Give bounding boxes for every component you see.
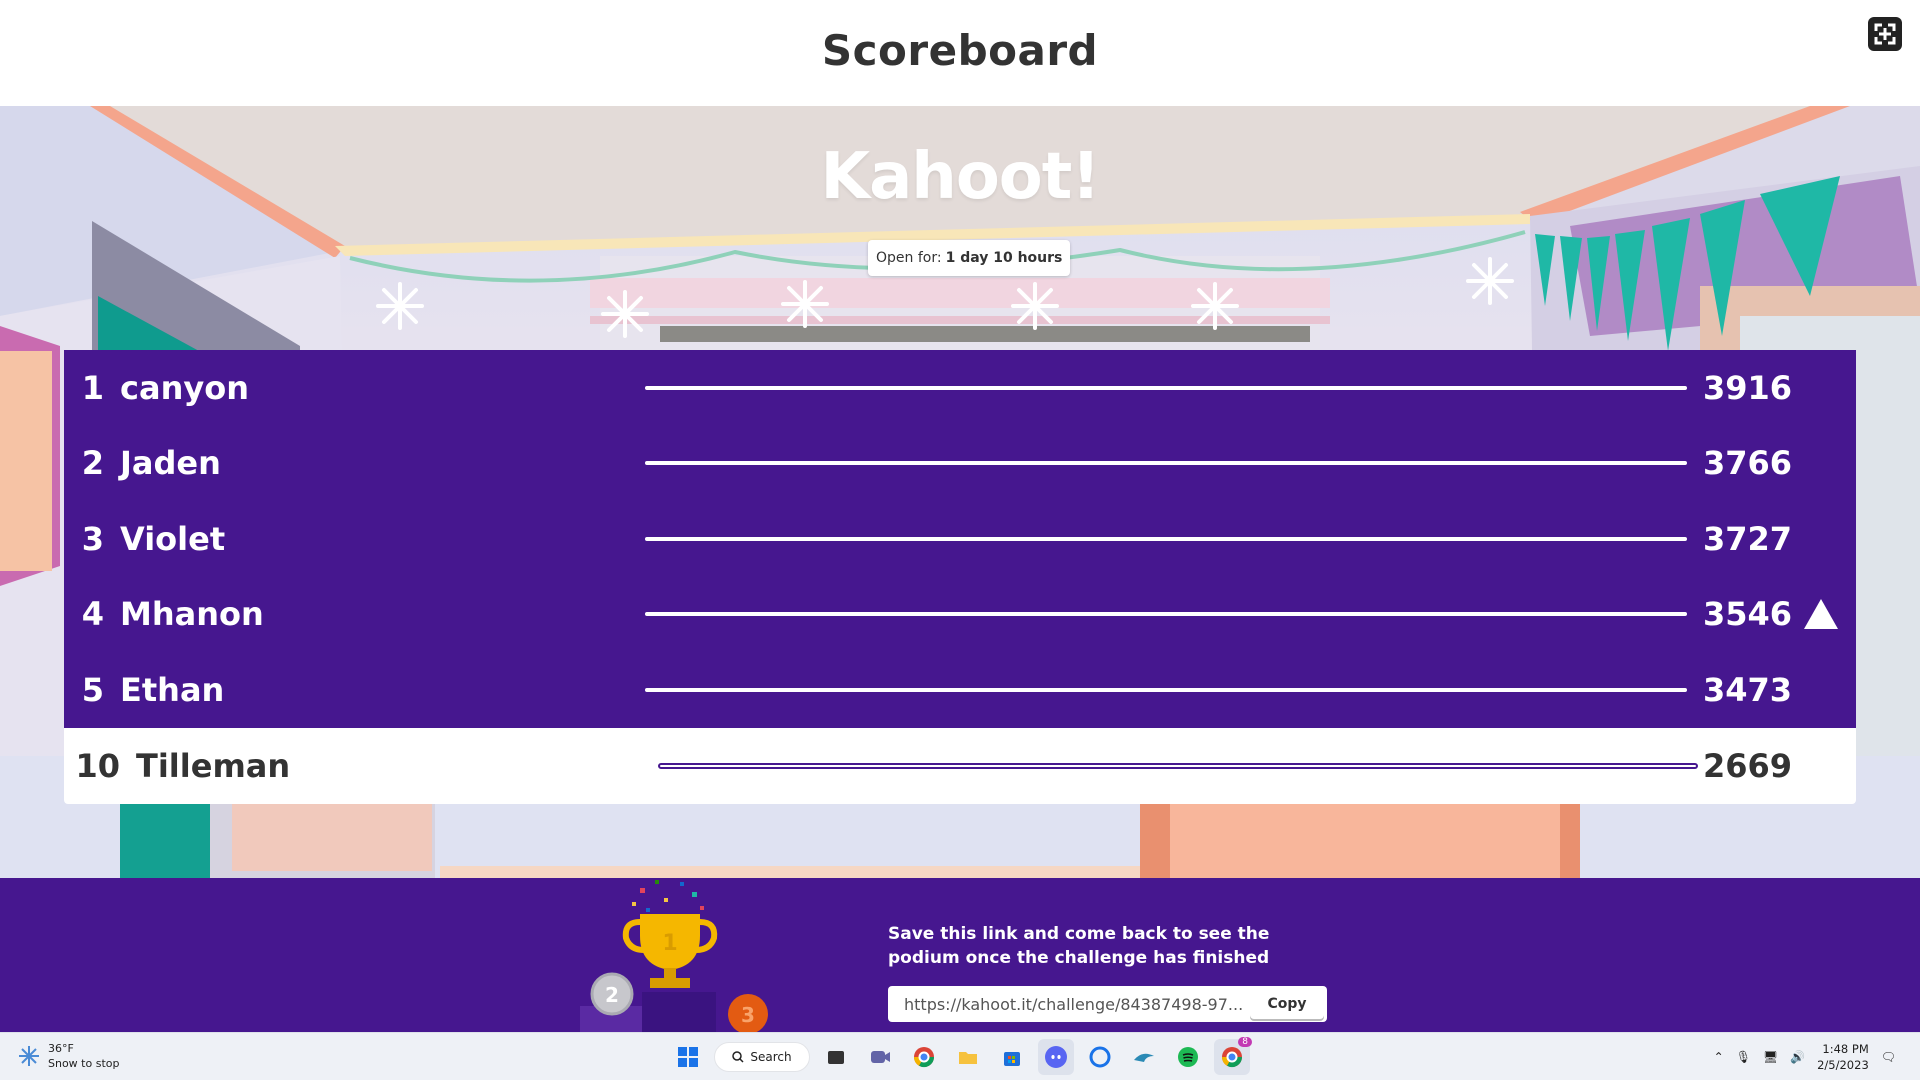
microphone-icon[interactable]: 🎙 bbox=[1736, 1050, 1751, 1064]
scoreboard-list: 1 canyon 3916 2 Jaden 3766 3 Violet 3727… bbox=[64, 350, 1856, 804]
snowflake-icon bbox=[19, 1046, 39, 1066]
score: 3916 bbox=[1702, 368, 1792, 407]
copilot-icon[interactable] bbox=[1082, 1039, 1118, 1075]
fullscreen-icon[interactable] bbox=[1868, 17, 1902, 51]
kahoot-logo: Kahoot! bbox=[820, 140, 1100, 214]
scoreboard-row: 1 canyon 3916 bbox=[64, 350, 1856, 426]
chrome-icon[interactable] bbox=[906, 1039, 942, 1075]
microsoft-store-icon[interactable] bbox=[994, 1039, 1030, 1075]
current-player-row: 10 Tilleman 2669 bbox=[64, 727, 1856, 804]
weather-desc: Snow to stop bbox=[48, 1057, 120, 1070]
scoreboard-row: 4 Mhanon 3546 bbox=[64, 576, 1856, 652]
spotify-icon[interactable] bbox=[1170, 1039, 1206, 1075]
score: 2669 bbox=[1702, 746, 1792, 785]
rank: 1 bbox=[81, 368, 104, 407]
score: 3766 bbox=[1702, 444, 1792, 483]
score-bar bbox=[645, 385, 1687, 390]
weather-widget[interactable]: 36°F Snow to stop bbox=[18, 1041, 119, 1071]
volume-icon[interactable]: 🔊 bbox=[1790, 1050, 1805, 1064]
score-bar bbox=[645, 536, 1687, 541]
player-name: Jaden bbox=[120, 444, 221, 483]
page-title: Scoreboard bbox=[821, 26, 1099, 75]
teams-chat-icon[interactable] bbox=[862, 1039, 898, 1075]
time: 1:48 PM bbox=[1822, 1042, 1869, 1056]
score-bar bbox=[645, 612, 1687, 617]
score-bar bbox=[645, 461, 1687, 466]
dolphin-icon[interactable] bbox=[1126, 1039, 1162, 1075]
score: 3546 bbox=[1702, 595, 1792, 634]
svg-text:1: 1 bbox=[662, 931, 677, 956]
rank: 10 bbox=[75, 746, 120, 785]
notifications-icon[interactable]: 🗨 bbox=[1881, 1050, 1896, 1064]
network-icon[interactable]: 🖥 bbox=[1763, 1050, 1778, 1064]
scoreboard-row: 2 Jaden 3766 bbox=[64, 425, 1856, 501]
discord-icon[interactable] bbox=[1038, 1039, 1074, 1075]
rank: 3 bbox=[81, 519, 104, 558]
score-bar bbox=[645, 687, 1687, 692]
rank: 5 bbox=[81, 670, 104, 709]
copy-button[interactable]: Copy bbox=[1250, 989, 1324, 1019]
scoreboard-row: 3 Violet 3727 bbox=[64, 501, 1856, 577]
rank: 2 bbox=[81, 444, 104, 483]
player-name: Mhanon bbox=[120, 595, 264, 634]
chevron-up-icon[interactable]: ⌃ bbox=[1714, 1050, 1724, 1064]
score-bar bbox=[658, 762, 1698, 769]
system-tray: ⌃ 🎙 🖥 🔊 1:48 PM 2/5/2023 🗨 bbox=[1714, 1041, 1896, 1073]
top-bar: Scoreboard bbox=[0, 0, 1920, 106]
open-for-badge: Open for: 1 day 10 hours bbox=[868, 240, 1071, 276]
player-name: canyon bbox=[120, 368, 249, 407]
chrome-profile-icon[interactable]: 8 bbox=[1214, 1037, 1252, 1075]
file-explorer-icon[interactable] bbox=[950, 1039, 986, 1075]
date: 2/5/2023 bbox=[1817, 1058, 1869, 1072]
windows-start-icon[interactable] bbox=[670, 1039, 706, 1075]
player-name: Ethan bbox=[120, 670, 225, 709]
svg-text:2: 2 bbox=[605, 983, 619, 1007]
open-for-label: Open for: bbox=[876, 250, 942, 266]
rank: 4 bbox=[81, 595, 104, 634]
windows-taskbar: 36°F Snow to stop Search 8 ⌃ 🎙 🖥 🔊 1:48 … bbox=[0, 1032, 1920, 1080]
weather-temp: 36°F bbox=[48, 1042, 74, 1055]
taskbar-search[interactable]: Search bbox=[714, 1042, 810, 1072]
challenge-link-input[interactable] bbox=[888, 986, 1250, 1022]
score: 3727 bbox=[1702, 519, 1792, 558]
taskbar-apps: Search 8 bbox=[670, 1037, 1252, 1075]
player-name: Violet bbox=[120, 519, 226, 558]
challenge-link-box: Copy bbox=[888, 986, 1327, 1022]
task-view-icon[interactable] bbox=[818, 1039, 854, 1075]
search-icon bbox=[732, 1051, 744, 1063]
clock[interactable]: 1:48 PM 2/5/2023 bbox=[1817, 1041, 1869, 1073]
score: 3473 bbox=[1702, 670, 1792, 709]
trophy-podium-icon: 1 2 3 bbox=[580, 878, 768, 1032]
save-link-message: Save this link and come back to see the … bbox=[888, 924, 1270, 968]
svg-text:3: 3 bbox=[741, 1003, 755, 1027]
notification-badge: 8 bbox=[1238, 1037, 1252, 1047]
player-name: Tilleman bbox=[136, 746, 291, 785]
podium-footer: 1 2 3 Save this link and come back to se… bbox=[0, 878, 1920, 1032]
scoreboard-row: 5 Ethan 3473 bbox=[64, 652, 1856, 728]
open-for-value: 1 day 10 hours bbox=[945, 250, 1063, 266]
search-label: Search bbox=[750, 1050, 792, 1064]
rank-up-arrow-icon bbox=[1804, 599, 1838, 630]
